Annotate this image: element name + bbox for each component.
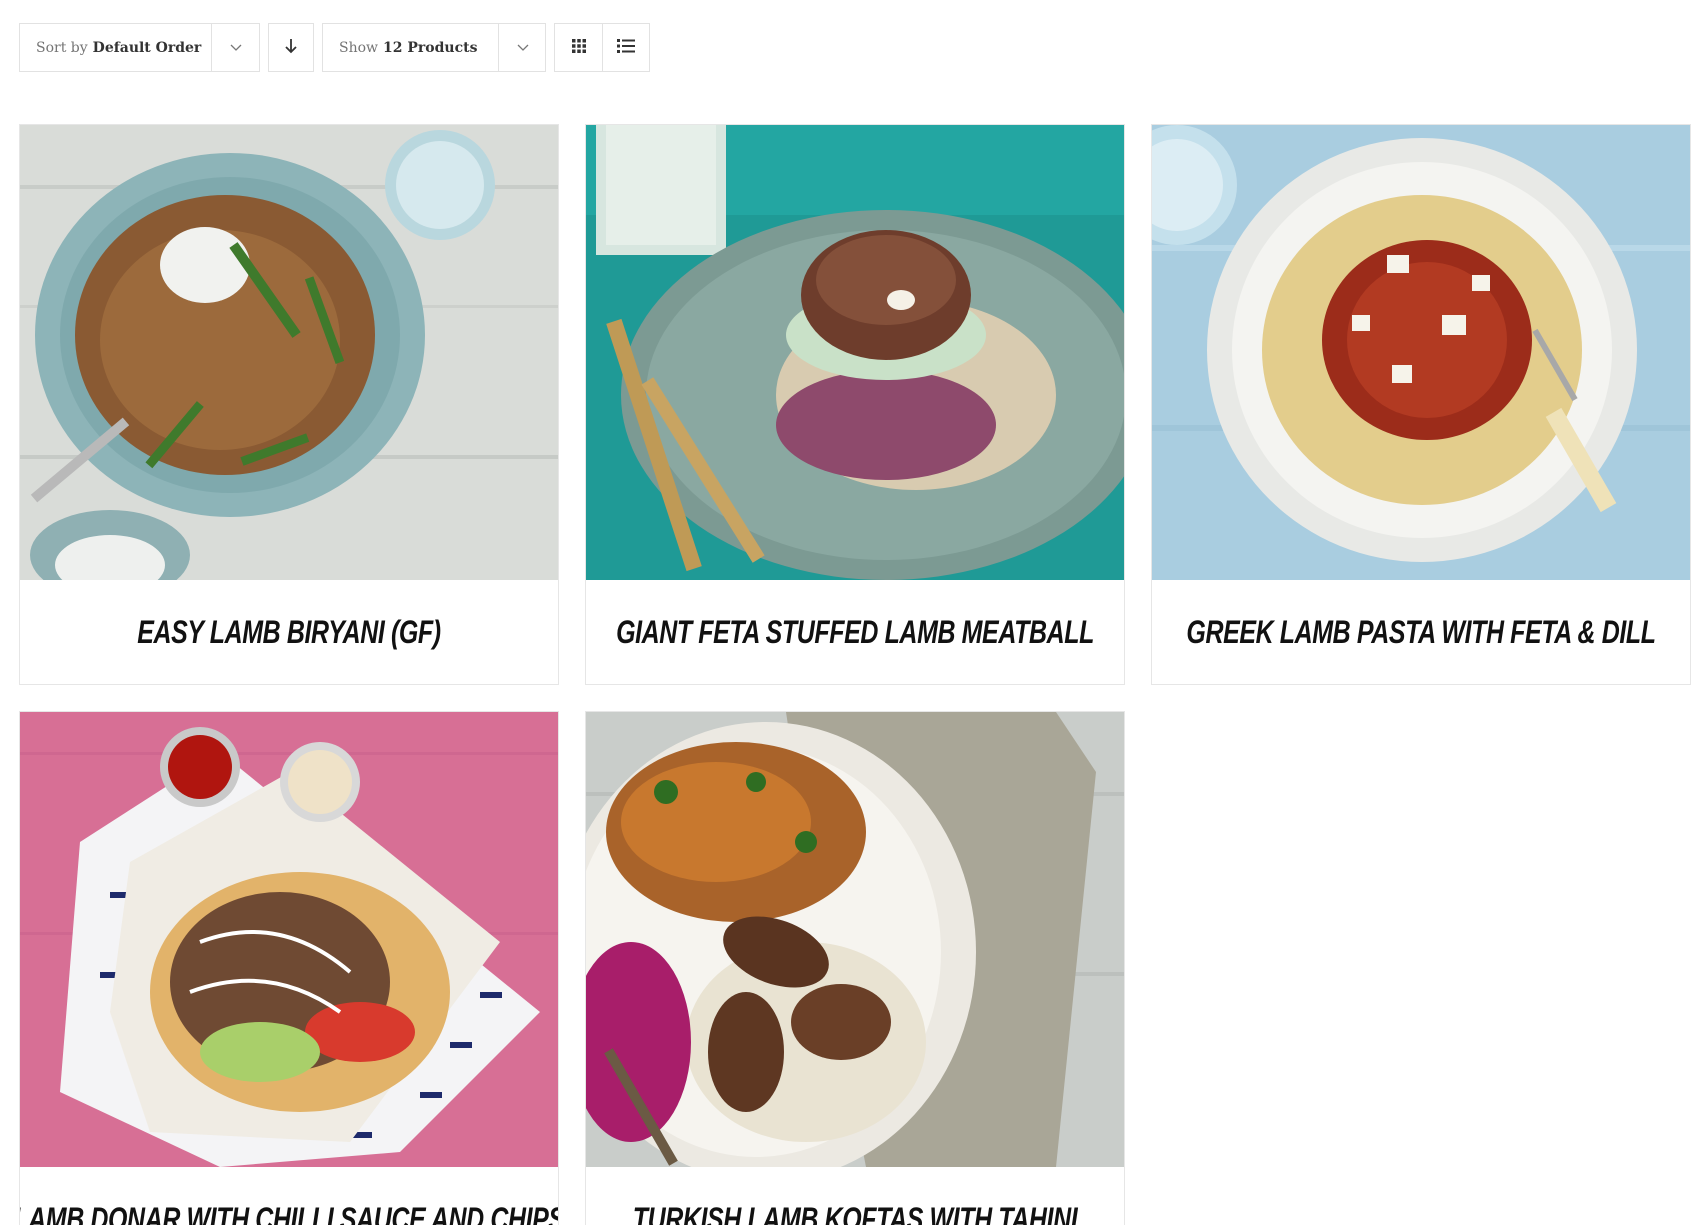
product-title-link[interactable]: Easy Lamb Biryani (GF) xyxy=(137,614,441,651)
biryani-photo xyxy=(20,125,558,580)
products-per-page-dropdown[interactable]: Show 12 Products xyxy=(322,23,546,72)
catalog-toolbar: Sort by Default Order Show 12 Products xyxy=(19,23,650,72)
product-title-link[interactable]: Lamb Donar with Chilli Sauce and Chips xyxy=(20,1201,558,1225)
show-label: Show 12 Products xyxy=(339,39,478,56)
product-title-link[interactable]: Giant Feta Stuffed Lamb Meatball xyxy=(616,614,1094,651)
arrow-down-icon xyxy=(284,38,298,58)
product-card: Easy Lamb Biryani (GF) xyxy=(19,124,559,685)
sort-by-value: Default Order xyxy=(92,39,202,56)
chevron-down-icon[interactable] xyxy=(211,24,259,71)
grid-view-icon xyxy=(571,38,586,57)
product-card: Lamb Donar with Chilli Sauce and Chips xyxy=(19,711,559,1225)
view-toggle xyxy=(554,23,650,72)
product-card: Turkish Lamb Koftas with Tahini xyxy=(585,711,1125,1225)
product-title: Giant Feta Stuffed Lamb Meatball xyxy=(616,580,1094,684)
product-title: Greek Lamb Pasta with Feta & Dill xyxy=(1186,580,1656,684)
donar-photo xyxy=(20,712,558,1167)
product-title-link[interactable]: Greek Lamb Pasta with Feta & Dill xyxy=(1186,614,1656,651)
product-card: Greek Lamb Pasta with Feta & Dill xyxy=(1151,124,1691,685)
product-title: Easy Lamb Biryani (GF) xyxy=(79,580,499,684)
koftas-photo xyxy=(586,712,1124,1167)
product-title: Turkish Lamb Koftas with Tahini xyxy=(633,1167,1078,1225)
product-image-link[interactable] xyxy=(20,712,558,1167)
product-image-link[interactable] xyxy=(586,712,1124,1167)
product-image-link[interactable] xyxy=(20,125,558,580)
sort-by-dropdown[interactable]: Sort by Default Order xyxy=(19,23,260,72)
list-view-icon xyxy=(617,38,635,57)
product-image-link[interactable] xyxy=(1152,125,1690,580)
sort-by-label: Sort by Default Order xyxy=(36,39,202,56)
product-card: Giant Feta Stuffed Lamb Meatball xyxy=(585,124,1125,685)
product-grid: Easy Lamb Biryani (GF) G xyxy=(19,124,1692,1225)
product-image-link[interactable] xyxy=(586,125,1124,580)
chevron-down-icon[interactable] xyxy=(498,24,546,71)
product-title: Lamb Donar with Chilli Sauce and Chips xyxy=(20,1167,558,1225)
meatball-photo xyxy=(586,125,1124,580)
show-value: 12 Products xyxy=(383,39,478,56)
list-view-button[interactable] xyxy=(602,24,649,71)
sort-direction-button[interactable] xyxy=(268,23,314,72)
product-title-link[interactable]: Turkish Lamb Koftas with Tahini xyxy=(633,1201,1078,1225)
pasta-photo xyxy=(1152,125,1690,580)
grid-view-button[interactable] xyxy=(555,24,602,71)
